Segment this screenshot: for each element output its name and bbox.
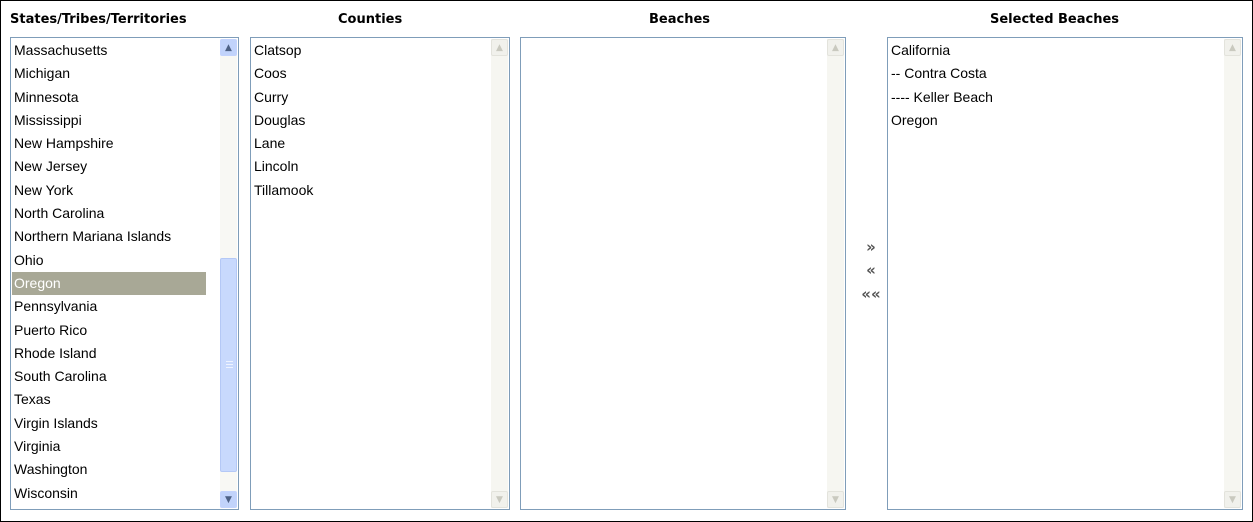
list-item[interactable]: California — [889, 39, 1211, 62]
selected-beaches-listbox[interactable]: California -- Contra Costa ---- Keller Bea… — [887, 37, 1243, 510]
list-item[interactable]: Ohio — [12, 249, 206, 272]
list-item[interactable]: New Jersey — [12, 155, 206, 178]
counties-items: Clatsop Coos Curry Douglas Lane Lincoln Tillam… — [252, 39, 479, 202]
scroll-up-icon[interactable]: ▲ — [1224, 39, 1241, 56]
scroll-down-icon[interactable]: ▼ — [220, 491, 237, 508]
grip-line — [226, 367, 233, 368]
selected-scrollbar[interactable]: ▲ ▼ — [1224, 39, 1241, 508]
remove-beach-button[interactable]: « — [861, 260, 881, 280]
list-item[interactable]: Virgin Islands — [12, 412, 206, 435]
counties-column-title: Counties — [338, 12, 403, 27]
list-item[interactable]: Wisconsin — [12, 482, 206, 505]
beaches-listbox[interactable]: ▲ ▼ — [520, 37, 846, 510]
list-item[interactable]: Pennsylvania — [12, 295, 206, 318]
states-items: Massachusetts Michigan Minnesota Mississipp… — [12, 39, 206, 505]
list-item[interactable]: Curry — [252, 86, 479, 109]
list-item[interactable]: New York — [12, 179, 206, 202]
scroll-up-icon[interactable]: ▲ — [220, 39, 237, 56]
list-item[interactable]: New Hampshire — [12, 132, 206, 155]
list-item[interactable]: Mississippi — [12, 109, 206, 132]
list-item[interactable]: Lane — [252, 132, 479, 155]
scroll-down-icon[interactable]: ▼ — [1224, 491, 1241, 508]
beach-selector-panel: States/Tribes/Territories Counties Beach… — [0, 0, 1253, 522]
list-item[interactable]: Tillamook — [252, 179, 479, 202]
selected-items: California -- Contra Costa ---- Keller Bea… — [889, 39, 1211, 132]
selected-beaches-column-title: Selected Beaches — [990, 12, 1120, 27]
list-item[interactable]: Northern Mariana Islands — [12, 225, 206, 248]
scroll-thumb[interactable] — [220, 258, 237, 472]
list-item[interactable]: Clatsop — [252, 39, 479, 62]
list-item[interactable]: Rhode Island — [12, 342, 206, 365]
states-listbox[interactable]: Massachusetts Michigan Minnesota Mississipp… — [10, 37, 239, 510]
grip-line — [226, 361, 233, 362]
beaches-column-title: Beaches — [649, 12, 711, 27]
grip-line — [226, 364, 233, 365]
list-item[interactable]: Massachusetts — [12, 39, 206, 62]
scroll-up-icon[interactable]: ▲ — [491, 39, 508, 56]
list-item[interactable]: Virginia — [12, 435, 206, 458]
scroll-up-icon[interactable]: ▲ — [827, 39, 844, 56]
list-item[interactable]: Oregon — [889, 109, 1211, 132]
remove-all-beaches-button[interactable]: «« — [861, 284, 881, 304]
states-column-title: States/Tribes/Territories — [10, 12, 187, 27]
counties-scrollbar[interactable]: ▲ ▼ — [491, 39, 508, 508]
states-scrollbar[interactable]: ▲ ▼ — [220, 39, 237, 508]
list-item[interactable]: Minnesota — [12, 86, 206, 109]
list-item[interactable]: Michigan — [12, 62, 206, 85]
counties-listbox[interactable]: Clatsop Coos Curry Douglas Lane Lincoln Tillam… — [250, 37, 510, 510]
list-item[interactable]: Douglas — [252, 109, 479, 132]
scroll-down-icon[interactable]: ▼ — [491, 491, 508, 508]
list-item[interactable]: North Carolina — [12, 202, 206, 225]
list-item[interactable]: ---- Keller Beach — [889, 86, 1211, 109]
beaches-scrollbar[interactable]: ▲ ▼ — [827, 39, 844, 508]
list-item[interactable]: South Carolina — [12, 365, 206, 388]
list-item[interactable]: -- Contra Costa — [889, 62, 1211, 85]
scroll-down-icon[interactable]: ▼ — [827, 491, 844, 508]
list-item[interactable]: Lincoln — [252, 155, 479, 178]
list-item-selected[interactable]: Oregon — [12, 271, 206, 296]
add-beach-button[interactable]: » — [861, 237, 881, 257]
list-item[interactable]: Puerto Rico — [12, 319, 206, 342]
list-item[interactable]: Coos — [252, 62, 479, 85]
list-item[interactable]: Washington — [12, 458, 206, 481]
list-item[interactable]: Texas — [12, 388, 206, 411]
